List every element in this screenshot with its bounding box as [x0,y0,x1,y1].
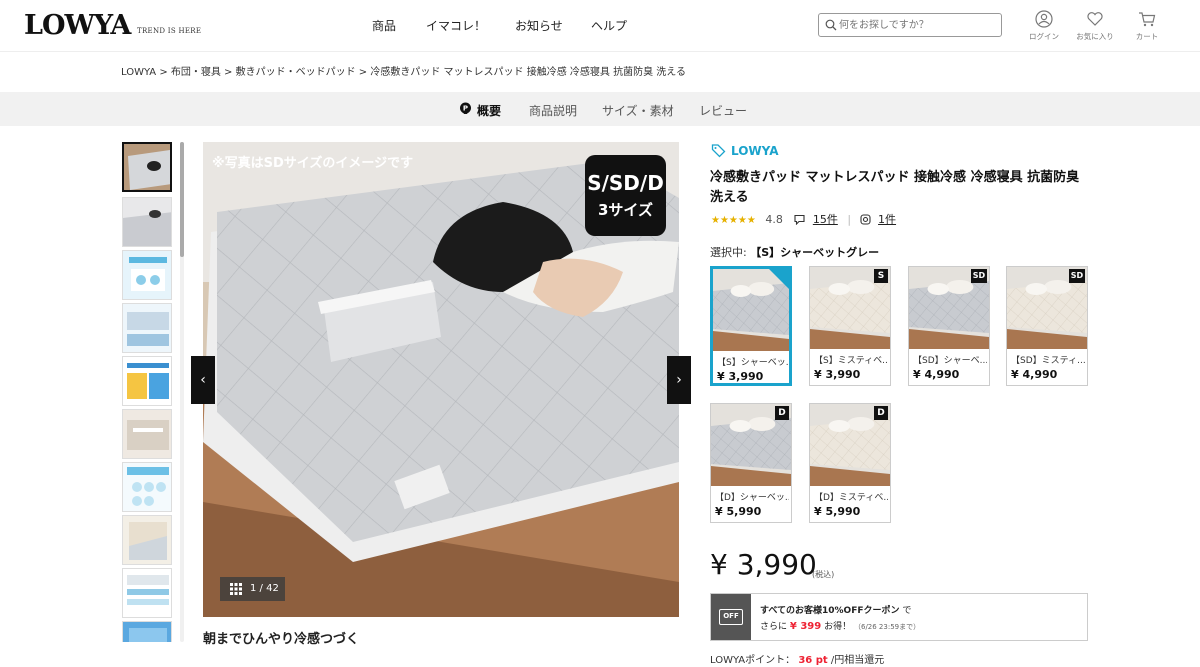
selected-check-icon [769,269,789,289]
variant-name: 【D】シャーベッ... [715,493,789,503]
logo[interactable]: LOWYA [24,10,131,41]
image-notice: ※写真はSDサイズのイメージです [212,156,414,171]
cart-icon [1139,12,1156,27]
thumbnail[interactable] [122,197,172,247]
points-value: 36 pt [798,655,828,666]
size-badge-count: 3サイズ [598,201,653,219]
tab-overview[interactable]: 概要 [477,102,501,119]
selected-variant-label: 選択中: 【S】シャーベットグレー [710,244,879,260]
thumbnail[interactable] [122,515,172,565]
coupon-line2: さらに ¥ 399 お得！ （6/26 23:59まで） [760,621,921,632]
next-image-button[interactable]: › [667,356,691,404]
variant-price: ¥ 4,990 [1011,368,1058,381]
thumbnail[interactable] [122,142,172,192]
variant-option[interactable]: S 【S】ミスティベ... ¥ 3,990 [809,266,891,386]
product-title: 冷感敷きパッド マットレスパッド 接触冷感 冷感寝具 抗菌防臭 洗える [710,170,1080,205]
search-icon [825,19,837,31]
variant-option[interactable]: D 【D】シャーベッ... ¥ 5,990 [710,403,792,523]
coupon-deadline: （6/26 23:59まで） [853,623,921,631]
product-price: ¥ 3,990 [710,548,817,581]
size-badge: S/SD/D 3サイズ [585,155,666,236]
nav-help[interactable]: ヘルプ [591,17,627,34]
thumbnail[interactable] [122,303,172,353]
coupon-icon: OFF [711,594,751,640]
brand-link[interactable]: LOWYA [731,144,778,158]
search-input[interactable] [839,17,997,33]
size-badge-icon: D [874,406,888,420]
image-counter[interactable]: 1 / 42 [220,577,285,601]
variant-price: ¥ 3,990 [814,368,861,381]
thumbnail[interactable] [122,356,172,406]
variant-name: 【S】ミスティベ... [814,356,888,366]
variant-price: ¥ 5,990 [814,505,861,518]
tab-size-material[interactable]: サイズ・素材 [602,102,674,119]
variant-name: 【D】ミスティベ... [814,493,888,503]
instagram-link[interactable]: 1件 [878,213,896,226]
variant-name: 【S】シャーベッ... [717,358,791,368]
variant-price: ¥ 3,990 [717,370,764,383]
svg-text:P: P [463,105,468,113]
nav-news[interactable]: お知らせ [515,17,563,34]
nav-imacore[interactable]: イマコレ！ [426,17,486,34]
coupon-line1: すべてのお客様10%OFFクーポン で [760,606,912,616]
selected-prefix: 選択中: [710,246,747,259]
nav-products[interactable]: 商品 [372,17,396,34]
favorites-label: お気に入り [1076,32,1114,41]
variant-name: 【SD】ミスティ... [1011,356,1085,366]
login-label: ログイン [1029,32,1059,41]
favorites-button[interactable]: お気に入り [1075,10,1115,42]
thumbnail-scrollbar-thumb[interactable] [180,142,184,257]
tag-icon [711,144,726,158]
cart-label: カート [1135,32,1159,41]
variant-price: ¥ 4,990 [913,368,960,381]
variant-option[interactable]: D 【D】ミスティベ... ¥ 5,990 [809,403,891,523]
tab-reviews[interactable]: レビュー [699,102,747,119]
reviews-link[interactable]: 15件 [813,213,838,226]
variant-option[interactable]: SD 【SD】ミスティ... ¥ 4,990 [1006,266,1088,386]
logo-tagline: TREND IS HERE [137,27,202,35]
coupon-banner[interactable]: OFF すべてのお客様10%OFFクーポン で さらに ¥ 399 お得！ （6… [710,593,1088,641]
size-badge-icon: S [874,269,888,283]
size-badge-sizes: S/SD/D [587,171,664,195]
prev-image-button[interactable]: ‹ [191,356,215,404]
thumbnail[interactable] [122,568,172,618]
grid-icon [230,583,242,595]
thumbnail[interactable] [122,462,172,512]
rating-row: ★★★★★ 4.8 15件 | 1件 [711,213,897,226]
tab-description[interactable]: 商品説明 [529,102,577,119]
coupon-amount: ¥ 399 [789,621,822,632]
variant-price: ¥ 5,990 [715,505,762,518]
comment-icon [794,214,805,226]
variant-option[interactable]: S【S】シャーベッ...¥ 3,990 [710,266,792,386]
variant-option[interactable]: SD 【SD】シャーベ... ¥ 4,990 [908,266,990,386]
tax-label: (税込) [812,570,835,579]
selected-value: 【S】シャーベットグレー [750,246,880,259]
size-badge-icon: SD [971,269,987,283]
size-badge-icon: D [775,406,789,420]
variant-name: 【SD】シャーベ... [913,356,987,366]
rating-stars: ★★★★★ [711,215,756,226]
size-badge-icon: SD [1069,269,1085,283]
thumbnail[interactable] [122,621,172,642]
thumbnail-list [122,142,174,642]
breadcrumb[interactable]: LOWYA > 布団・寝具 > 敷きパッド・ベッドパッド > 冷感敷きパッド マ… [121,63,686,78]
site-header: LOWYA TREND IS HERE 商品 イマコレ！ お知らせ ヘルプ ログ… [0,0,1200,52]
thumbnail[interactable] [122,250,172,300]
thumbnail[interactable] [122,409,172,459]
user-icon [1035,10,1053,28]
tab-bar [0,92,1200,126]
rating-value: 4.8 [765,213,783,226]
login-button[interactable]: ログイン [1024,10,1064,42]
heart-icon [1087,12,1103,26]
search-box[interactable] [818,13,1002,37]
image-caption: 朝までひんやり冷感つづく [203,632,360,647]
coupon-title: すべてのお客様10%OFFクーポン [760,606,900,616]
image-counter-text: 1 / 42 [250,583,279,594]
points-info: LOWYAポイント： 36 pt /円相当還元 [710,655,885,666]
cart-button[interactable]: カート [1127,10,1167,42]
instagram-icon [859,214,871,225]
pin-icon: P [460,102,471,114]
